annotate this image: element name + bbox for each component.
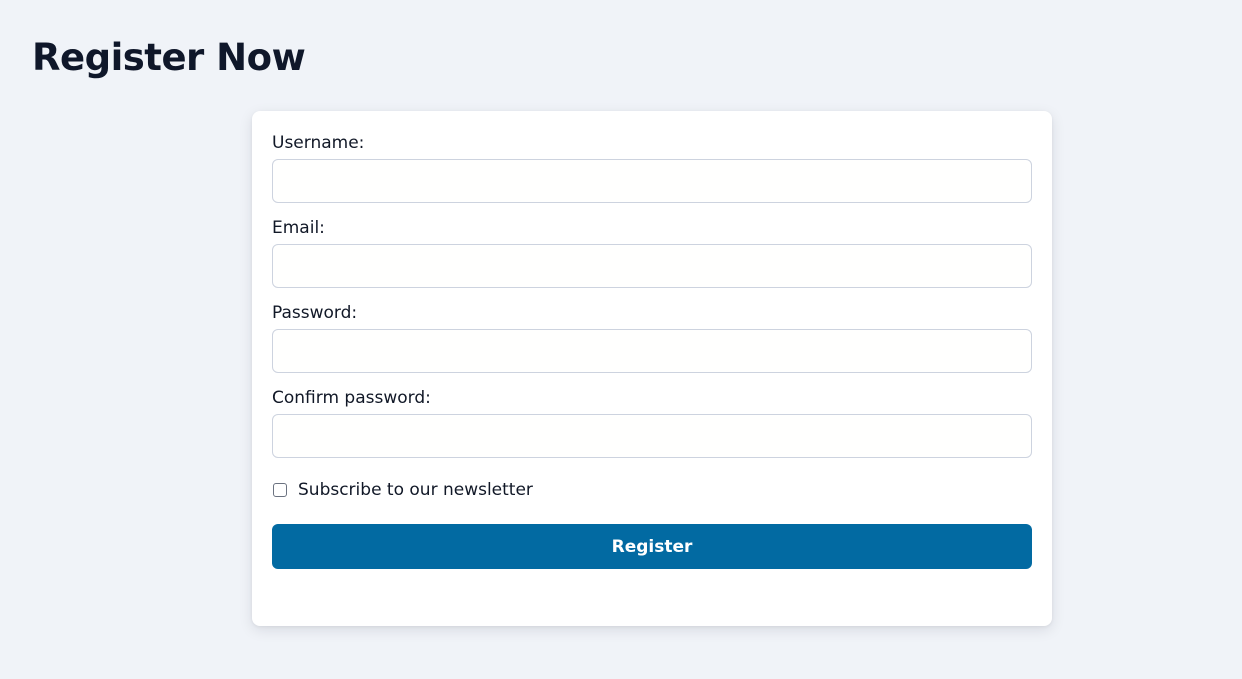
page-title: Register Now (32, 36, 306, 79)
email-input[interactable] (272, 244, 1032, 288)
confirm-password-field-group: Confirm password: (272, 388, 1032, 458)
newsletter-label[interactable]: Subscribe to our newsletter (298, 480, 533, 500)
register-button[interactable]: Register (272, 524, 1032, 569)
username-label: Username: (272, 133, 365, 153)
password-label: Password: (272, 303, 358, 323)
email-label: Email: (272, 218, 325, 238)
confirm-password-input[interactable] (272, 414, 1032, 458)
username-field-group: Username: (272, 133, 1032, 203)
password-field-group: Password: (272, 303, 1032, 373)
newsletter-row[interactable]: Subscribe to our newsletter (272, 478, 1032, 502)
email-field-group: Email: (272, 218, 1032, 288)
password-input[interactable] (272, 329, 1032, 373)
username-input[interactable] (272, 159, 1032, 203)
newsletter-checkbox[interactable] (273, 483, 287, 497)
registration-form: Username: Email: Password: Confirm passw… (252, 111, 1052, 626)
confirm-password-label: Confirm password: (272, 388, 431, 408)
